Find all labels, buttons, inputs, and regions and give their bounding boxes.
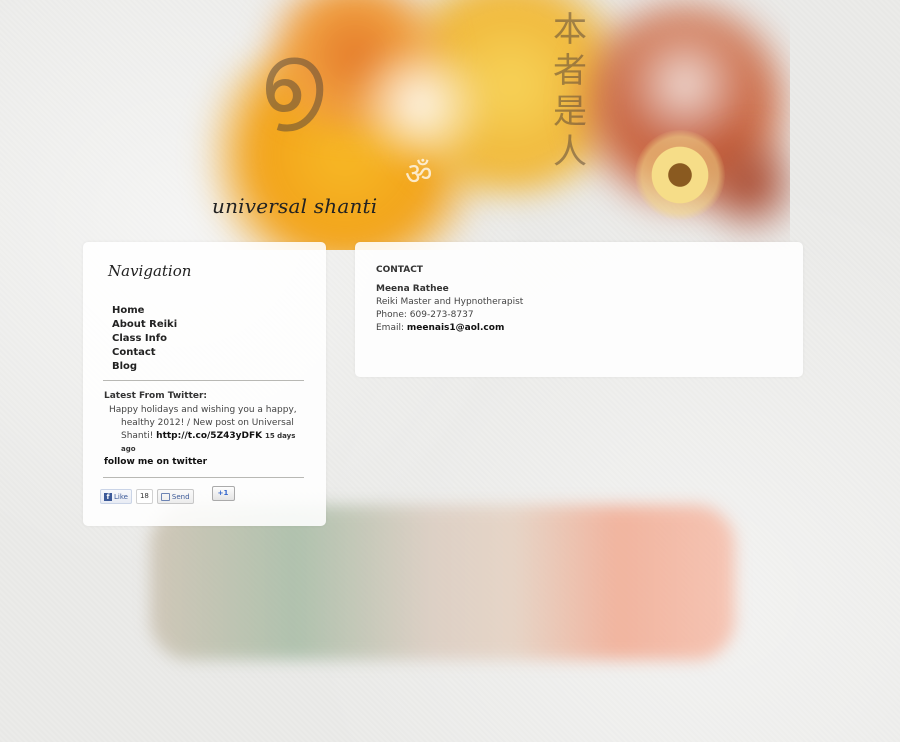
tweet-text-line-3: Shanti! bbox=[121, 431, 154, 441]
send-icon bbox=[160, 492, 170, 501]
social-buttons: f Like 18 Send +1 bbox=[100, 486, 235, 504]
divider bbox=[103, 380, 304, 381]
email-label: Email: bbox=[376, 323, 405, 333]
bottom-watercolor-band bbox=[150, 505, 735, 660]
sidebar: Navigation Home About Reiki Class Info C… bbox=[83, 242, 326, 526]
like-count: 18 bbox=[135, 489, 153, 504]
reiki-symbol-icon: ൭ bbox=[258, 22, 324, 134]
navigation-heading: Navigation bbox=[108, 262, 192, 280]
contact-panel: CONTACT Meena Rathee Reiki Master and Hy… bbox=[355, 242, 803, 377]
nav-item-about-reiki[interactable]: About Reiki bbox=[112, 318, 177, 332]
follow-twitter-link[interactable]: follow me on twitter bbox=[104, 457, 207, 467]
divider bbox=[103, 477, 304, 478]
tweet-time-suffix: ago bbox=[121, 445, 136, 453]
tweet-link[interactable]: http://t.co/5Z43yDFK bbox=[156, 431, 262, 441]
contact-phone: Phone: 609-273-8737 bbox=[376, 310, 474, 320]
facebook-like-button[interactable]: f Like bbox=[100, 489, 132, 504]
om-icon: ॐ bbox=[405, 157, 433, 192]
email-link[interactable]: meenais1@aol.com bbox=[407, 323, 504, 333]
latest-tweet: Happy holidays and wishing you a happy, … bbox=[109, 404, 301, 456]
phone-number: 609-273-8737 bbox=[409, 310, 474, 320]
tweet-time: 15 days bbox=[264, 432, 296, 440]
facebook-icon: f bbox=[104, 492, 112, 501]
kanji-symbol-icon: 本者是人 bbox=[553, 10, 587, 173]
send-label: Send bbox=[171, 492, 190, 501]
site-title[interactable]: universal shanti bbox=[212, 194, 377, 218]
tweet-text-line-2: healthy 2012! / New post on Universal bbox=[121, 418, 294, 428]
facebook-send-button[interactable]: Send bbox=[156, 489, 194, 504]
sunflower-icon bbox=[635, 130, 725, 220]
contact-name: Meena Rathee bbox=[376, 284, 449, 294]
like-label: Like bbox=[114, 492, 128, 501]
watercolor-highlight bbox=[340, 50, 500, 160]
tweet-text-line-1: Happy holidays and wishing you a happy, bbox=[109, 405, 297, 415]
nav-item-class-info[interactable]: Class Info bbox=[112, 332, 177, 346]
phone-label: Phone: bbox=[376, 310, 407, 320]
nav-list: Home About Reiki Class Info Contact Blog bbox=[112, 304, 177, 374]
contact-role: Reiki Master and Hypnotherapist bbox=[376, 297, 524, 307]
contact-email: Email: meenais1@aol.com bbox=[376, 323, 504, 333]
nav-item-contact[interactable]: Contact bbox=[112, 346, 177, 360]
nav-item-home[interactable]: Home bbox=[112, 304, 177, 318]
twitter-heading: Latest From Twitter: bbox=[104, 391, 208, 401]
nav-item-blog[interactable]: Blog bbox=[112, 360, 177, 374]
google-plus-one-button[interactable]: +1 bbox=[211, 486, 235, 501]
contact-heading: CONTACT bbox=[376, 265, 423, 275]
